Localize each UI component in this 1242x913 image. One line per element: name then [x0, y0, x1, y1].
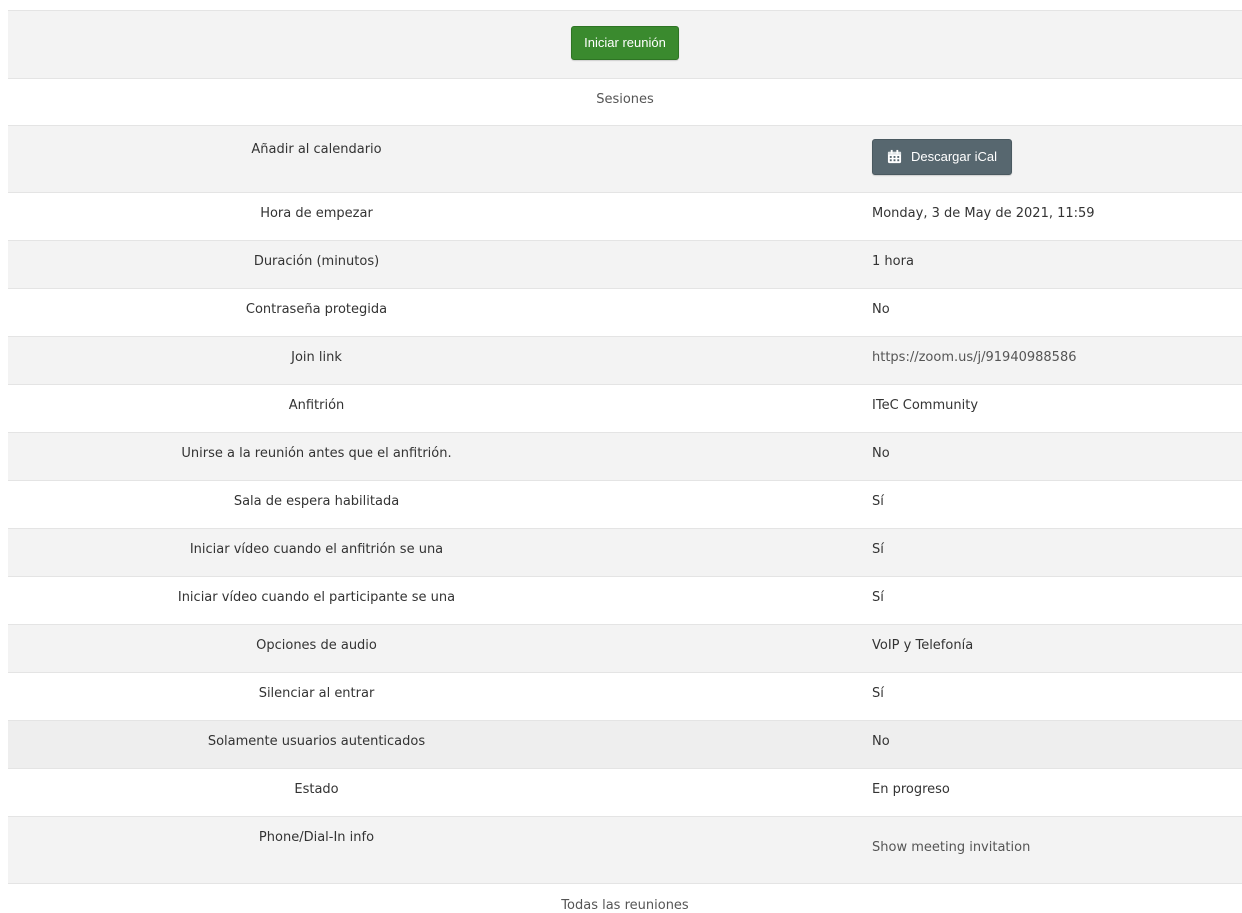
- table-row: Unirse a la reunión antes que el anfitri…: [8, 432, 1242, 481]
- table-row: Duración (minutos) 1 hora: [8, 240, 1242, 289]
- table-row: Silenciar al entrar Sí: [8, 672, 1242, 721]
- calendar-label: Añadir al calendario: [251, 142, 382, 157]
- row-label: Contraseña protegida: [245, 302, 388, 317]
- row-label: Solamente usuarios autenticados: [207, 734, 426, 749]
- sessions-header: Sesiones: [596, 92, 654, 107]
- row-value: ITeC Community: [872, 398, 979, 413]
- start-meeting-button[interactable]: Iniciar reunión: [571, 26, 679, 60]
- row-value: Sí: [872, 686, 884, 701]
- row-label: Hora de empezar: [260, 206, 373, 221]
- row-value: No: [872, 734, 890, 749]
- calendar-row: Añadir al calendario Descargar iCal: [8, 125, 1242, 193]
- sessions-row: Sesiones: [8, 78, 1242, 126]
- table-row: Sala de espera habilitada Sí: [8, 480, 1242, 529]
- download-ical-label: Descargar iCal: [911, 149, 997, 164]
- row-label: Opciones de audio: [256, 638, 377, 653]
- table-row: Iniciar vídeo cuando el participante se …: [8, 576, 1242, 625]
- row-label: Join link: [291, 350, 342, 365]
- row-value: No: [872, 446, 890, 461]
- row-value: En progreso: [872, 782, 950, 797]
- row-label: Anfitrión: [288, 398, 345, 413]
- calendar-icon: [887, 149, 902, 164]
- table-row: Join link https://zoom.us/j/91940988586: [8, 336, 1242, 385]
- row-label: Sala de espera habilitada: [233, 494, 400, 509]
- table-row: Solamente usuarios autenticados No: [8, 720, 1242, 769]
- table-row: Opciones de audio VoIP y Telefonía: [8, 624, 1242, 673]
- show-meeting-invitation-link[interactable]: Show meeting invitation: [872, 840, 1030, 855]
- phone-label: Phone/Dial-In info: [258, 830, 375, 845]
- row-label: Duración (minutos): [253, 254, 380, 269]
- table-row: Anfitrión ITeC Community: [8, 384, 1242, 433]
- row-value: No: [872, 302, 890, 317]
- meeting-info-table: Iniciar reunión Sesiones Añadir al calen…: [8, 10, 1242, 884]
- download-ical-button[interactable]: Descargar iCal: [872, 139, 1012, 175]
- table-row: Hora de empezar Monday, 3 de May de 2021…: [8, 192, 1242, 241]
- row-value: 1 hora: [872, 254, 914, 269]
- join-link[interactable]: https://zoom.us/j/91940988586: [872, 350, 1077, 365]
- table-row: Contraseña protegida No: [8, 288, 1242, 337]
- row-value: Sí: [872, 494, 884, 509]
- row-label: Iniciar vídeo cuando el participante se …: [177, 590, 456, 605]
- row-label: Estado: [294, 782, 339, 797]
- row-label: Iniciar vídeo cuando el anfitrión se una: [189, 542, 444, 557]
- row-value: VoIP y Telefonía: [872, 638, 974, 653]
- table-row: Iniciar vídeo cuando el anfitrión se una…: [8, 528, 1242, 577]
- start-row: Iniciar reunión: [8, 10, 1242, 79]
- row-value: Sí: [872, 590, 884, 605]
- row-label: Unirse a la reunión antes que el anfitri…: [181, 446, 452, 461]
- table-row: Estado En progreso: [8, 768, 1242, 817]
- row-value: Sí: [872, 542, 884, 557]
- all-meetings-link[interactable]: Todas las reuniones: [561, 898, 688, 913]
- row-value: Monday, 3 de May de 2021, 11:59: [872, 206, 1095, 221]
- phone-row: Phone/Dial-In info Show meeting invitati…: [8, 816, 1242, 884]
- row-label: Silenciar al entrar: [258, 686, 375, 701]
- meeting-details: Iniciar reunión Sesiones Añadir al calen…: [8, 10, 1242, 913]
